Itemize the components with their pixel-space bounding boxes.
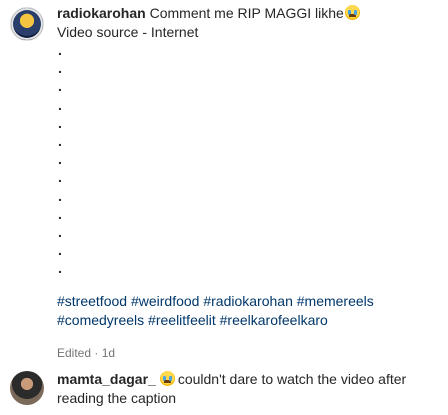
caption-dot: . xyxy=(58,96,62,113)
avatar[interactable] xyxy=(10,7,44,41)
comment-item: mamta_dagar_ couldn't dare to watch the v… xyxy=(10,370,440,407)
caption-hashtags: #streetfood #weirdfood #radiokarohan #me… xyxy=(57,292,374,330)
caption-block: radiokarohan Comment me RIP MAGGI likhe … xyxy=(10,4,440,361)
post-caption-panel: radiokarohan Comment me RIP MAGGI likhe … xyxy=(0,0,448,415)
caption-dot: . xyxy=(58,223,62,240)
comment-username[interactable]: mamta_dagar_ xyxy=(57,371,156,387)
caption-dot: . xyxy=(58,42,62,58)
caption-dot: . xyxy=(58,260,62,277)
caption-dots: . . . . . . . . . . . . . xyxy=(57,41,374,277)
loudly-crying-face-icon xyxy=(159,371,175,386)
caption-dot: . xyxy=(58,114,62,131)
caption-source-line: Video source - Internet xyxy=(57,23,199,40)
edited-label: Edited xyxy=(57,346,92,361)
loudly-crying-face-icon xyxy=(344,5,360,20)
caption-dot: . xyxy=(58,169,62,186)
caption-dot: . xyxy=(58,151,62,168)
caption-dot: . xyxy=(58,242,62,259)
hashtag-link[interactable]: #weirdfood xyxy=(131,293,200,309)
caption-dot: . xyxy=(58,78,62,95)
post-time[interactable]: 1d xyxy=(102,346,115,360)
caption-meta: Edited · 1d xyxy=(57,345,374,361)
caption-first-line: radiokarohan Comment me RIP MAGGI likhe xyxy=(57,4,374,23)
hashtag-link[interactable]: #radiokarohan xyxy=(203,293,293,309)
hashtag-link[interactable]: #memereels xyxy=(297,293,374,309)
comment-body: mamta_dagar_ couldn't dare to watch the v… xyxy=(57,370,440,407)
hashtag-link[interactable]: #comedyreels xyxy=(57,312,144,328)
caption-username[interactable]: radiokarohan xyxy=(57,5,146,21)
caption-body: radiokarohan Comment me RIP MAGGI likhe … xyxy=(57,4,374,361)
caption-dot: . xyxy=(58,187,62,204)
hashtag-link[interactable]: #reelkarofeelkaro xyxy=(220,312,328,328)
hashtag-link[interactable]: #reelitfeelit xyxy=(148,312,216,328)
hashtag-link[interactable]: #streetfood xyxy=(57,293,127,309)
caption-dot: . xyxy=(58,60,62,77)
avatar[interactable] xyxy=(10,371,44,405)
caption-dot: . xyxy=(58,132,62,149)
meta-separator: · xyxy=(94,346,99,361)
caption-dot: . xyxy=(58,205,62,222)
caption-text: Comment me RIP MAGGI likhe xyxy=(149,5,344,21)
